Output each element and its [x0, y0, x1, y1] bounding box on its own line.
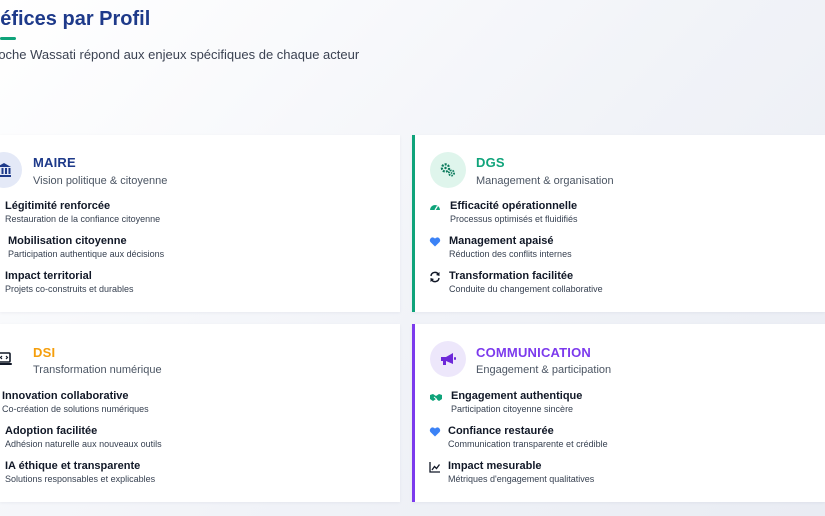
list-item: Mobilisation citoyenne Participation aut… [8, 235, 165, 259]
card-dsi: DSI Transformation numérique Innovation … [0, 324, 400, 502]
sync-icon [430, 271, 440, 283]
card-accent-communication [412, 324, 415, 502]
list-item: IA éthique et transparente Solutions res… [5, 460, 156, 484]
card-title-maire: MAIRE [33, 155, 76, 170]
chart-line-icon [429, 462, 441, 473]
list-item: Transformation facilitée Conduite du cha… [449, 270, 603, 294]
list-item: Management apaisé Réduction des conflits… [449, 235, 572, 259]
list-item: Adoption facilitée Adhésion naturelle au… [5, 425, 162, 449]
laptop-code-icon [0, 341, 22, 377]
list-item: Légitimité renforcée Restauration de la … [5, 200, 161, 224]
card-subtitle-maire: Vision politique & citoyenne [33, 175, 168, 187]
cogs-icon [430, 152, 466, 188]
heart-icon [429, 237, 441, 247]
card-title-dgs: DGS [476, 155, 505, 170]
card-dgs: DGS Management & organisation Efficacité… [412, 135, 825, 312]
card-communication: COMMUNICATION Engagement & participation… [412, 324, 825, 502]
heart-icon [429, 427, 441, 437]
page-title: néfices par Profil [0, 8, 151, 30]
card-subtitle-communication: Engagement & participation [476, 364, 612, 376]
page-subtitle: roche Wassati répond aux enjeux spécifiq… [0, 47, 360, 62]
card-title-dsi: DSI [33, 345, 56, 360]
bank-icon [0, 152, 22, 188]
card-title-communication: COMMUNICATION [476, 345, 592, 360]
card-subtitle-dgs: Management & organisation [476, 175, 614, 187]
card-subtitle-dsi: Transformation numérique [33, 364, 162, 376]
handshake-icon [430, 394, 442, 401]
megaphone-icon [430, 341, 466, 377]
list-item: Engagement authentique Participation cit… [451, 390, 583, 414]
list-item: Innovation collaborative Co-création de … [2, 390, 149, 414]
list-item: Confiance restaurée Communication transp… [448, 425, 608, 449]
card-accent-dgs [412, 135, 415, 312]
list-item: Efficacité opérationnelle Processus opti… [450, 200, 578, 224]
gauge-icon [430, 205, 440, 211]
list-item: Impact territorial Projets co-construits… [5, 270, 134, 294]
card-maire: MAIRE Vision politique & citoyenne Légit… [0, 135, 400, 312]
list-item: Impact mesurable Métriques d'engagement … [448, 460, 595, 484]
title-underline [0, 37, 16, 40]
